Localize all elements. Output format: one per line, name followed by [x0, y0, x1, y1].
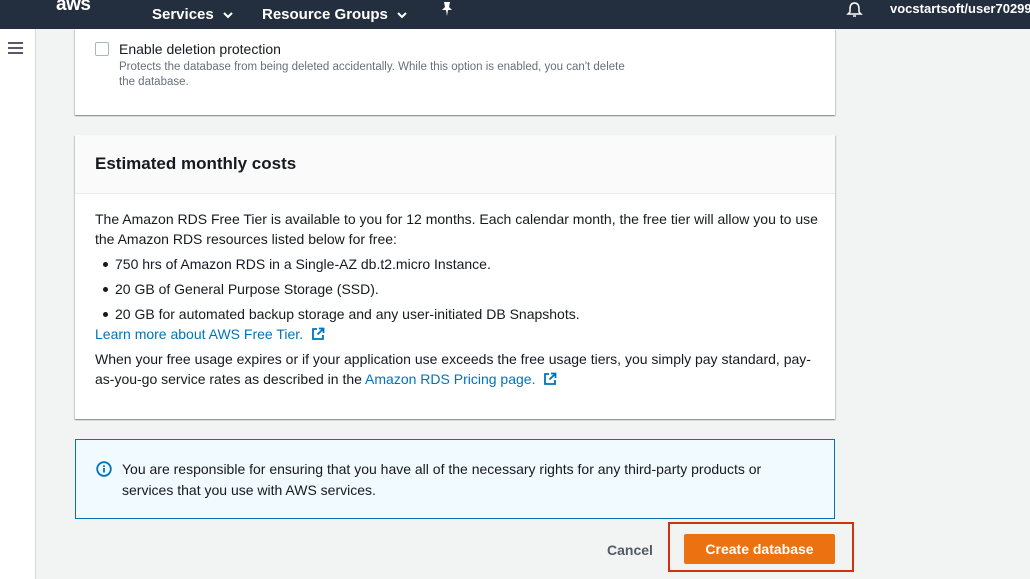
list-item: 20 GB for automated backup storage and a…	[95, 304, 820, 324]
pin-icon[interactable]	[440, 1, 454, 17]
services-label: Services	[152, 6, 214, 23]
create-database-button[interactable]: Create database	[684, 534, 835, 564]
sidebar	[0, 29, 36, 579]
list-item: 750 hrs of Amazon RDS in a Single-AZ db.…	[95, 254, 820, 274]
estimated-costs-panel: Estimated monthly costs The Amazon RDS F…	[75, 135, 835, 419]
deletion-protection-panel: Enable deletion protection Protects the …	[75, 29, 835, 115]
costs-body: The Amazon RDS Free Tier is available to…	[95, 209, 820, 389]
deletion-protection-description: Protects the database from being deleted…	[119, 61, 625, 88]
account-menu[interactable]: vocstartsoft/user70299	[890, 0, 1030, 18]
cancel-button[interactable]: Cancel	[600, 535, 660, 565]
info-alert: You are responsible for ensuring that yo…	[75, 439, 835, 519]
info-icon	[96, 461, 112, 477]
free-tier-intro: The Amazon RDS Free Tier is available to…	[95, 211, 818, 247]
deletion-protection-label[interactable]: Enable deletion protection	[119, 41, 281, 57]
rds-pricing-link[interactable]: Amazon RDS Pricing page.	[365, 371, 535, 387]
costs-header: Estimated monthly costs	[75, 135, 835, 194]
services-menu[interactable]: Services	[152, 0, 233, 29]
costs-title: Estimated monthly costs	[95, 154, 297, 173]
external-link-icon[interactable]	[543, 372, 557, 386]
list-item: 20 GB of General Purpose Storage (SSD).	[95, 279, 820, 299]
chevron-down-icon	[223, 11, 233, 18]
free-tier-list: 750 hrs of Amazon RDS in a Single-AZ db.…	[95, 254, 820, 324]
bell-icon[interactable]	[846, 1, 863, 19]
hamburger-menu-icon[interactable]	[8, 42, 23, 55]
resource-groups-menu[interactable]: Resource Groups	[262, 0, 407, 29]
top-navigation: aws Services Resource Groups vocstartsof…	[0, 0, 1030, 29]
resource-groups-label: Resource Groups	[262, 6, 388, 23]
free-tier-link[interactable]: Learn more about AWS Free Tier.	[95, 326, 303, 342]
info-text: You are responsible for ensuring that yo…	[122, 461, 762, 498]
external-link-icon[interactable]	[311, 327, 325, 341]
deletion-protection-checkbox[interactable]	[95, 42, 109, 56]
aws-logo[interactable]: aws	[56, 0, 91, 16]
chevron-down-icon	[397, 11, 407, 18]
